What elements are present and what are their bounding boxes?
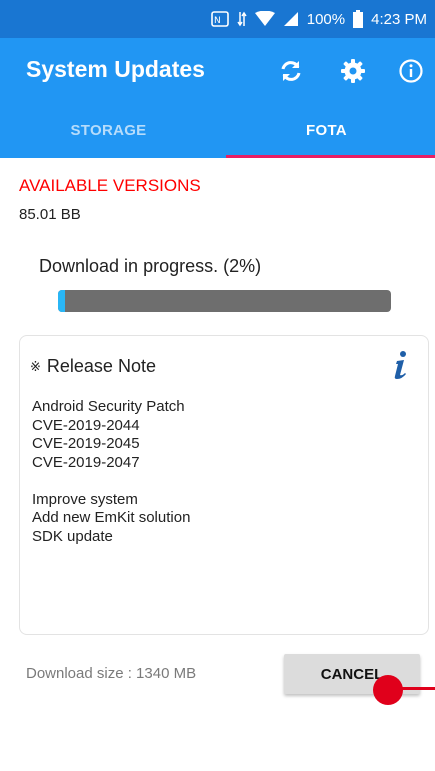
tab-bar: STORAGE FOTA [0,102,435,158]
release-note-line: Improve system [32,490,138,508]
release-note-header: ※ Release Note [30,356,156,377]
info-italic-icon[interactable] [390,350,410,380]
battery-percent: 100% [306,10,346,28]
download-progress-fill [58,290,65,312]
app-bar: System Updates [0,38,435,102]
release-note-line: SDK update [32,527,113,545]
battery-icon [353,10,364,28]
status-bar: N 100% 4:23 PM [0,0,435,38]
release-note-line: CVE-2019-2044 [32,416,140,434]
reference-mark-icon: ※ [30,358,41,374]
touch-indicator-trail [400,687,435,690]
settings-gear-icon[interactable] [338,56,368,86]
data-arrows-icon [237,11,247,27]
tab-storage[interactable]: STORAGE [0,102,217,158]
wifi-icon [254,11,275,27]
available-version: 85.01 BB [19,206,81,223]
download-progress-bar [58,290,391,312]
download-size: Download size : 1340 MB [26,665,197,682]
release-note-line: CVE-2019-2047 [32,453,140,471]
cell-signal-icon [283,11,299,27]
release-note-body: Android Security Patch CVE-2019-2044 CVE… [32,398,190,546]
release-note-card: ※ Release Note Android Security Patch CV… [19,335,429,635]
nfc-icon: N [210,11,229,27]
release-note-line: Android Security Patch [32,398,185,415]
info-icon[interactable] [396,56,426,86]
refresh-icon[interactable] [276,56,306,86]
release-note-title: Release Note [46,356,156,376]
svg-text:N: N [214,16,221,26]
download-status: Download in progress. (2%) [39,256,262,276]
release-note-line: Add new EmKit solution [32,509,191,526]
tab-fota[interactable]: FOTA [218,102,435,158]
touch-indicator [373,675,403,705]
clock-time: 4:23 PM [371,10,427,28]
available-versions-title: AVAILABLE VERSIONS [19,176,201,195]
release-note-line: CVE-2019-2045 [32,435,140,452]
app-title: System Updates [26,56,205,82]
tab-selected-indicator [226,155,435,158]
release-note-line [32,472,190,491]
